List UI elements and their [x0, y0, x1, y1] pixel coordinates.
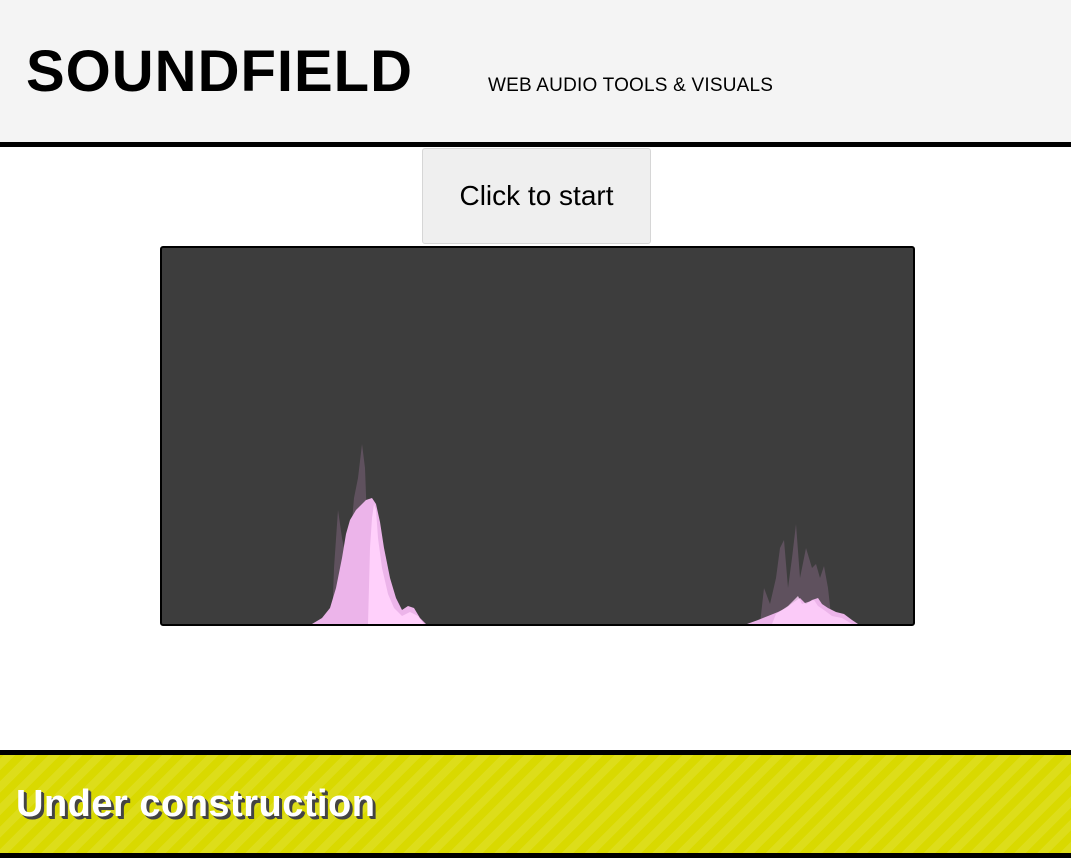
under-construction-label: Under construction	[16, 783, 376, 825]
spectrum-canvas	[312, 444, 858, 624]
spectrum-visualizer	[160, 246, 915, 626]
start-button[interactable]: Click to start	[422, 148, 651, 244]
site-title: SOUNDFIELD	[26, 39, 413, 104]
site-header: SOUNDFIELD WEB AUDIO TOOLS & VISUALS	[0, 0, 1071, 147]
spectrum-ghost-trails	[332, 444, 832, 624]
construction-banner: Under construction	[0, 750, 1071, 858]
site-tagline: WEB AUDIO TOOLS & VISUALS	[488, 75, 774, 96]
